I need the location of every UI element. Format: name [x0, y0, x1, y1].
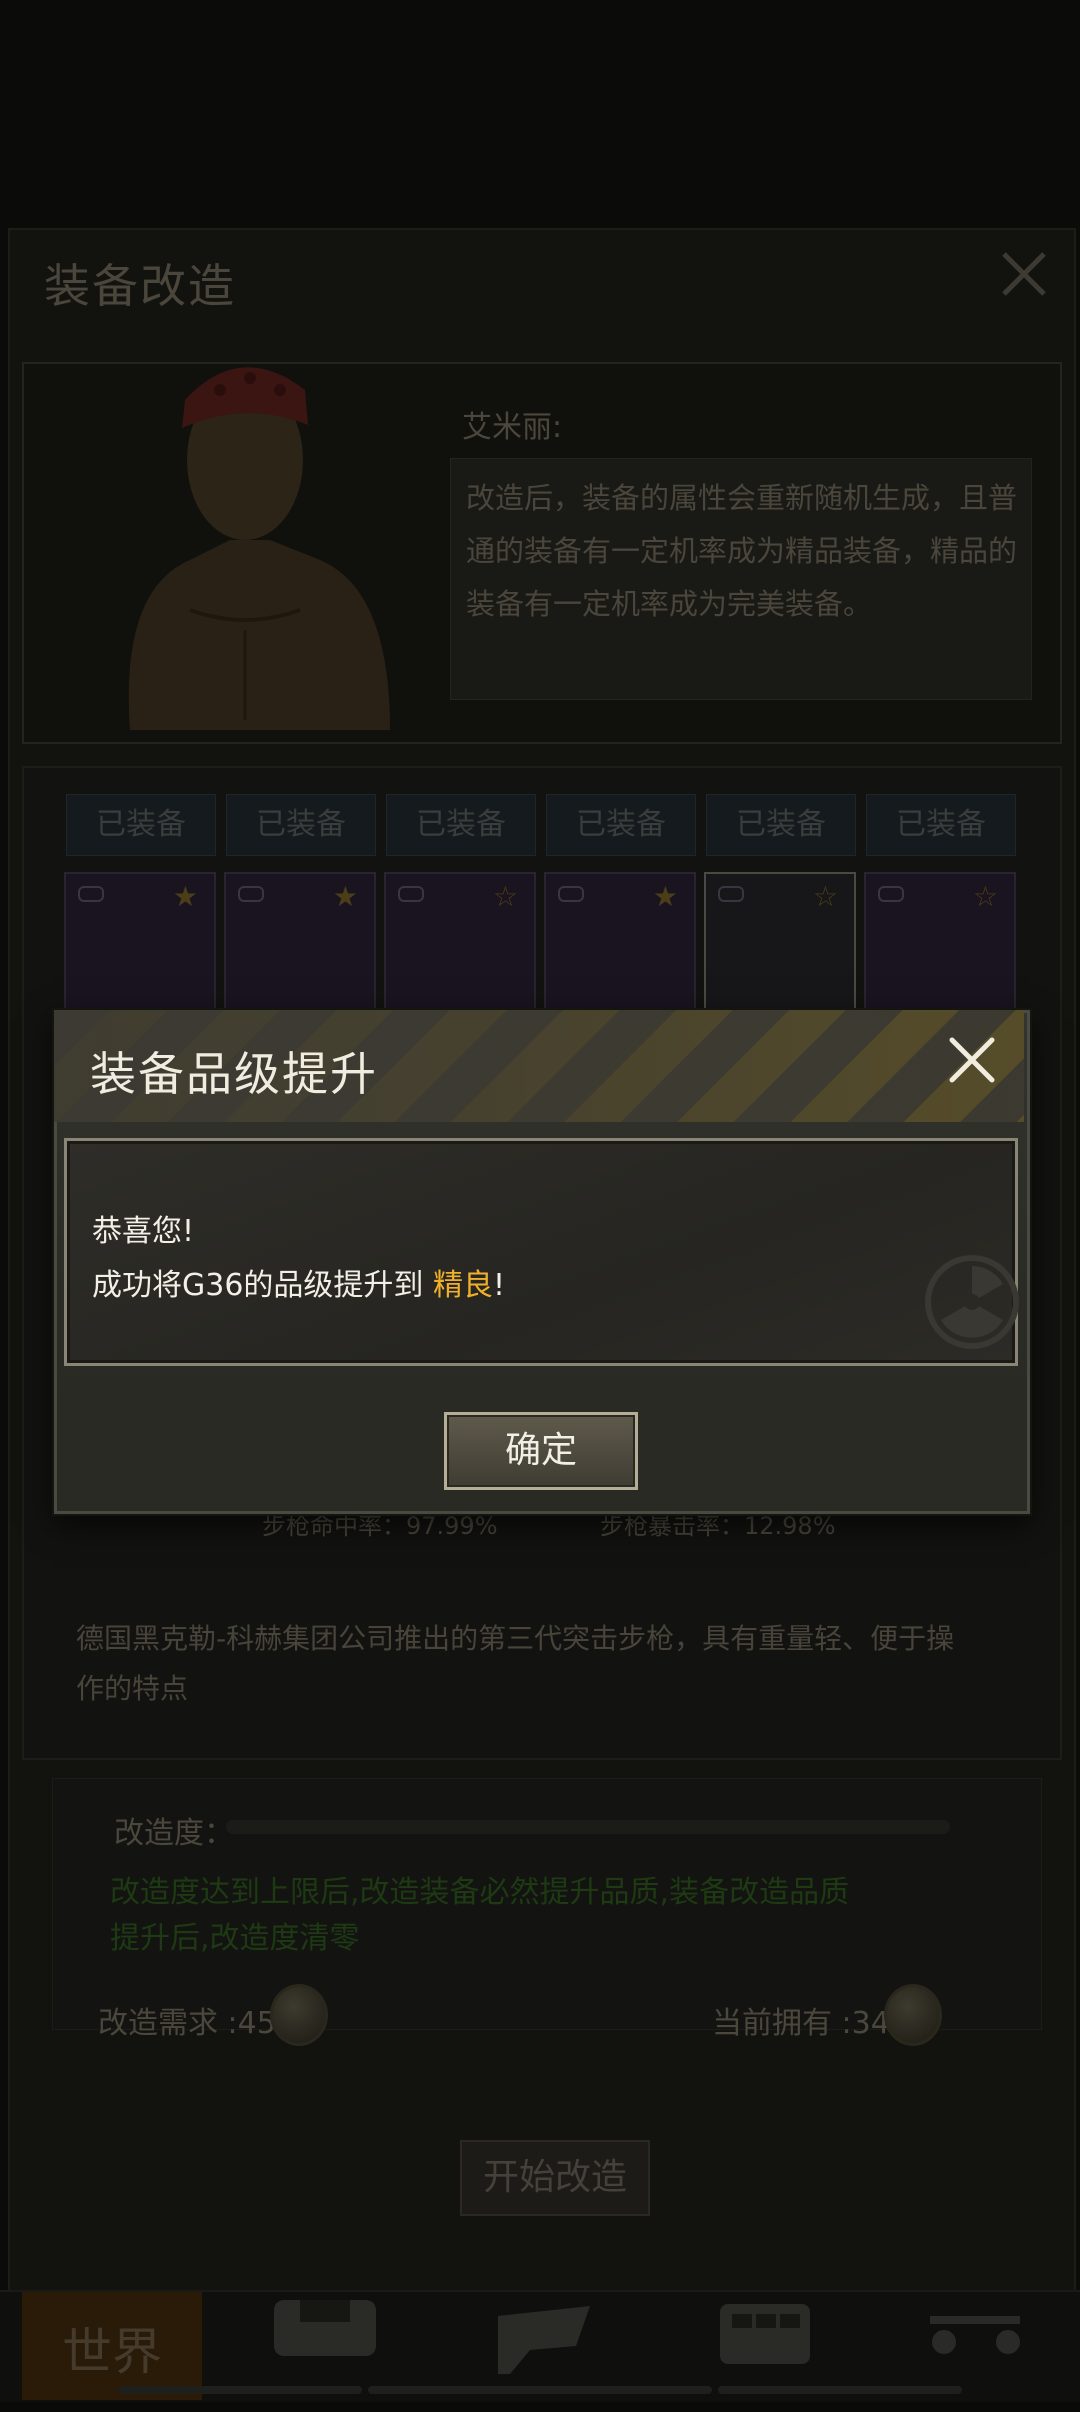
npc-portrait — [128, 367, 390, 730]
item-slot-red-helmet: ☆ — [384, 872, 536, 1016]
dialog-title: 装备品级提升 — [90, 1047, 378, 1101]
equipped-tag: 已装备 — [706, 794, 856, 856]
modification-requirement: 改造需求 :45 — [98, 2006, 276, 2041]
nav-world-tab: 世界 — [22, 2292, 202, 2400]
upgrade-result-prefix: 成功将G36的品级提升到 — [92, 1268, 433, 1303]
item-description: 德国黑克勒-科赫集团公司推出的第三代突击步枪，具有重量轻、便于操作的特点 — [76, 1622, 955, 1705]
star-icon: ★ — [172, 880, 198, 913]
star-icon: ☆ — [492, 880, 518, 913]
radiation-icon — [925, 1255, 1019, 1349]
item-slot-rifle: ☆ — [864, 872, 1016, 1016]
equipped-tag: 已装备 — [386, 794, 536, 856]
backpack-icon — [274, 2300, 376, 2356]
close-icon — [1002, 252, 1046, 296]
item-slot-white-helmet: ★ — [544, 872, 696, 1016]
quality-name: 精良 — [432, 1268, 493, 1303]
star-icon: ★ — [652, 880, 678, 913]
upgrade-result-suffix: ! — [492, 1268, 505, 1303]
item-slot-coat: ★ — [224, 872, 376, 1016]
modification-progress-bar — [226, 1820, 950, 1834]
coin-icon — [270, 1984, 328, 2046]
equipped-tag: 已装备 — [866, 794, 1016, 856]
coin-icon — [884, 1984, 942, 2046]
star-icon: ☆ — [812, 880, 838, 913]
modification-label: 改造度： — [114, 1816, 234, 1851]
equipped-tag: 已装备 — [226, 794, 376, 856]
star-icon: ☆ — [972, 880, 998, 913]
close-icon[interactable] — [946, 1034, 998, 1086]
anvil-icon — [498, 2306, 590, 2374]
item-slot-jacket: ★ — [64, 872, 216, 1016]
npc-speech-text: 改造后，装备的属性会重新随机生成，且普通的装备有一定机率成为精品装备，精品的装备… — [466, 481, 1018, 621]
link-icon — [238, 886, 264, 902]
link-icon — [398, 886, 424, 902]
dialog-message-box — [64, 1138, 1018, 1366]
confirm-button[interactable]: 确定 — [444, 1412, 638, 1490]
congrats-text: 恭喜您! — [92, 1214, 195, 1249]
npc-name: 艾米丽: — [462, 410, 563, 445]
nav-indicator — [718, 2386, 962, 2394]
owned-amount: 当前拥有 :34 — [712, 2006, 890, 2041]
star-icon: ★ — [332, 880, 358, 913]
panel-title: 装备改造 — [44, 259, 236, 313]
link-icon — [78, 886, 104, 902]
nav-indicator — [368, 2386, 712, 2394]
shop-icon — [720, 2304, 810, 2364]
equipped-tag: 已装备 — [546, 794, 696, 856]
link-icon — [878, 886, 904, 902]
vehicle-icon — [930, 2316, 1020, 2354]
modification-note: 改造度达到上限后,改造装备必然提升品质,装备改造品质提升后,改造度清零 — [110, 1875, 850, 1956]
link-icon — [718, 886, 744, 902]
equipped-tag: 已装备 — [66, 794, 216, 856]
upgrade-result-text: 成功将G36的品级提升到 精良! — [92, 1260, 505, 1304]
start-modify-button: 开始改造 — [460, 2140, 650, 2216]
nav-indicator — [118, 2386, 362, 2394]
link-icon — [558, 886, 584, 902]
item-slot-rifle-selected: ☆ — [704, 872, 856, 1016]
